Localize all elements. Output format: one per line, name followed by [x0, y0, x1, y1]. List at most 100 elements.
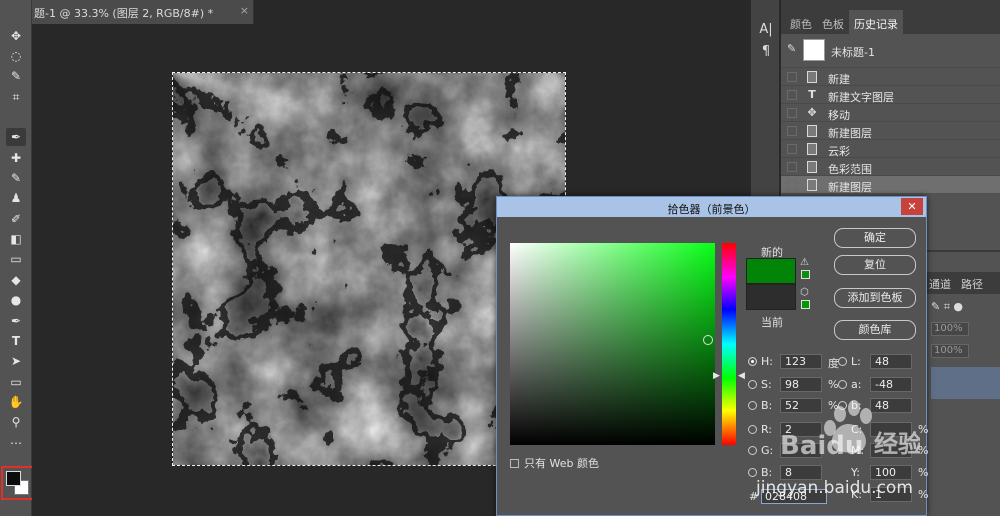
web-safe-warning-icon[interactable]: ⬡ — [800, 287, 809, 298]
out-of-gamut-warning-icon[interactable]: ⚠ — [800, 257, 812, 268]
foreground-color-swatch[interactable] — [6, 471, 21, 486]
brightness-radio[interactable] — [748, 401, 757, 410]
history-source-checkbox[interactable] — [787, 90, 797, 100]
hue-slider-arrow-left-icon[interactable]: ▶ — [713, 371, 720, 381]
more-icon[interactable]: ⋯ — [6, 434, 26, 452]
close-tab-icon[interactable]: × — [240, 4, 249, 17]
history-item[interactable]: 云彩 — [781, 139, 1000, 158]
hex-input[interactable]: 028408 — [761, 489, 827, 504]
type-icon[interactable]: T — [6, 332, 26, 350]
lab-b-input[interactable]: 48 — [870, 398, 912, 413]
red-radio[interactable] — [748, 425, 757, 434]
rectangle-icon[interactable]: ▭ — [6, 373, 26, 391]
hand-icon[interactable]: ✋ — [6, 393, 26, 411]
blue-input[interactable]: 8 — [780, 465, 822, 480]
move-icon[interactable]: ✥ — [6, 27, 26, 45]
opacity-input[interactable]: 100% — [931, 322, 969, 336]
eraser-icon[interactable]: ◧ — [6, 230, 26, 248]
document-title: 题-1 @ 33.3% (图层 2, RGB/8#) * — [34, 7, 214, 20]
history-source-checkbox[interactable] — [787, 162, 797, 172]
tab-color[interactable]: 颜色 — [785, 10, 817, 34]
history-item[interactable]: 新建 — [781, 67, 1000, 86]
history-brush-source-icon[interactable]: ✎ — [787, 42, 796, 55]
green-radio[interactable] — [748, 446, 757, 455]
gradient-icon[interactable]: ▭ — [6, 250, 26, 268]
document-icon — [807, 125, 817, 137]
close-icon[interactable]: ✕ — [901, 198, 923, 215]
history-item-selected[interactable]: 新建图层 — [781, 175, 1000, 194]
saturation-input[interactable]: 98 — [780, 377, 822, 392]
blur-icon[interactable]: ◆ — [6, 271, 26, 289]
lab-a-radio[interactable] — [838, 380, 847, 389]
tab-paths[interactable]: 路径 — [961, 276, 983, 292]
history-source-checkbox[interactable] — [787, 126, 797, 136]
color-picker-marker[interactable] — [703, 335, 713, 345]
dialog-title-bar[interactable]: 拾色器（前景色） ✕ — [497, 197, 926, 217]
pen-icon[interactable]: ✒ — [6, 312, 26, 330]
history-source-checkbox[interactable] — [787, 108, 797, 118]
dodge-icon[interactable]: ● — [6, 291, 26, 309]
cyan-input[interactable] — [870, 422, 912, 437]
green-input[interactable] — [780, 443, 822, 458]
hue-radio[interactable] — [748, 357, 757, 366]
lab-a-label: a: — [851, 378, 862, 391]
hue-input[interactable]: 123 — [780, 354, 822, 369]
checkbox-box[interactable] — [510, 459, 519, 468]
history-source-checkbox[interactable] — [787, 72, 797, 82]
eyedropper-icon[interactable]: ✒ — [6, 128, 26, 146]
tab-swatches[interactable]: 色板 — [817, 10, 849, 34]
hue-slider-arrow-right-icon[interactable]: ◀ — [738, 371, 745, 381]
blue-radio[interactable] — [748, 468, 757, 477]
brightness-input[interactable]: 52 — [780, 398, 822, 413]
cyan-unit: % — [918, 423, 929, 436]
quick-select-icon[interactable]: ✎ — [6, 67, 26, 85]
history-item[interactable]: ✥ 移动 — [781, 103, 1000, 122]
brush-icon[interactable]: ✎ — [6, 169, 26, 187]
foreground-background-swatches[interactable] — [1, 466, 35, 500]
crop-icon[interactable]: ⌗ — [6, 88, 26, 106]
tab-channels[interactable]: 通道 — [929, 276, 951, 292]
hue-slider[interactable] — [722, 243, 736, 445]
color-libraries-button[interactable]: 颜色库 — [834, 320, 916, 340]
lab-l-radio[interactable] — [838, 357, 847, 366]
current-color-swatch[interactable] — [746, 284, 796, 310]
yellow-input[interactable]: 100 — [870, 465, 912, 480]
lab-b-radio[interactable] — [838, 401, 847, 410]
marquee-icon[interactable]: ◌ — [6, 47, 26, 65]
history-item-label: 新建图层 — [828, 181, 872, 194]
path-select-icon[interactable]: ➤ — [6, 352, 26, 370]
web-safe-swatch[interactable] — [801, 300, 810, 309]
saturation-radio[interactable] — [748, 380, 757, 389]
black-input[interactable]: 1 — [870, 487, 912, 502]
history-source-checkbox[interactable] — [787, 180, 797, 190]
ok-button[interactable]: 确定 — [834, 228, 916, 248]
reset-button[interactable]: 复位 — [834, 255, 916, 275]
healing-icon[interactable]: ✚ — [6, 149, 26, 167]
document-tab[interactable]: 题-1 @ 33.3% (图层 2, RGB/8#) * × — [32, 0, 254, 24]
web-colors-only-checkbox[interactable]: 只有 Web 颜色 — [510, 455, 599, 471]
red-input[interactable]: 2 — [780, 422, 822, 437]
brightness-label: B: — [761, 399, 773, 412]
history-source-checkbox[interactable] — [787, 144, 797, 154]
paragraph-panel-icon[interactable]: ¶ — [751, 44, 781, 59]
document-icon — [807, 143, 817, 155]
history-item[interactable]: 色彩范围 — [781, 157, 1000, 176]
history-item[interactable]: 新建图层 — [781, 121, 1000, 140]
zoom-icon[interactable]: ⚲ — [6, 413, 26, 431]
history-item[interactable]: T 新建文字图层 — [781, 85, 1000, 104]
layer-row[interactable] — [931, 367, 1000, 399]
tab-history[interactable]: 历史记录 — [849, 10, 903, 34]
history-snapshot[interactable]: ✎ 未标题-1 — [781, 36, 1000, 64]
history-brush-icon[interactable]: ✐ — [6, 210, 26, 228]
add-to-swatches-button[interactable]: 添加到色板 — [834, 288, 916, 308]
saturation-brightness-field[interactable] — [510, 243, 715, 445]
lab-a-input[interactable]: -48 — [870, 377, 912, 392]
magenta-input[interactable] — [870, 443, 912, 458]
lab-l-input[interactable]: 48 — [870, 354, 912, 369]
stamp-icon[interactable]: ♟ — [6, 189, 26, 207]
layer-lock-icons[interactable]: ✎ ⌗ ● — [931, 300, 963, 314]
character-panel-icon[interactable]: A| — [751, 22, 781, 37]
hex-label: # — [749, 490, 759, 503]
fill-input[interactable]: 100% — [931, 344, 969, 358]
gamut-swatch[interactable] — [801, 270, 810, 279]
